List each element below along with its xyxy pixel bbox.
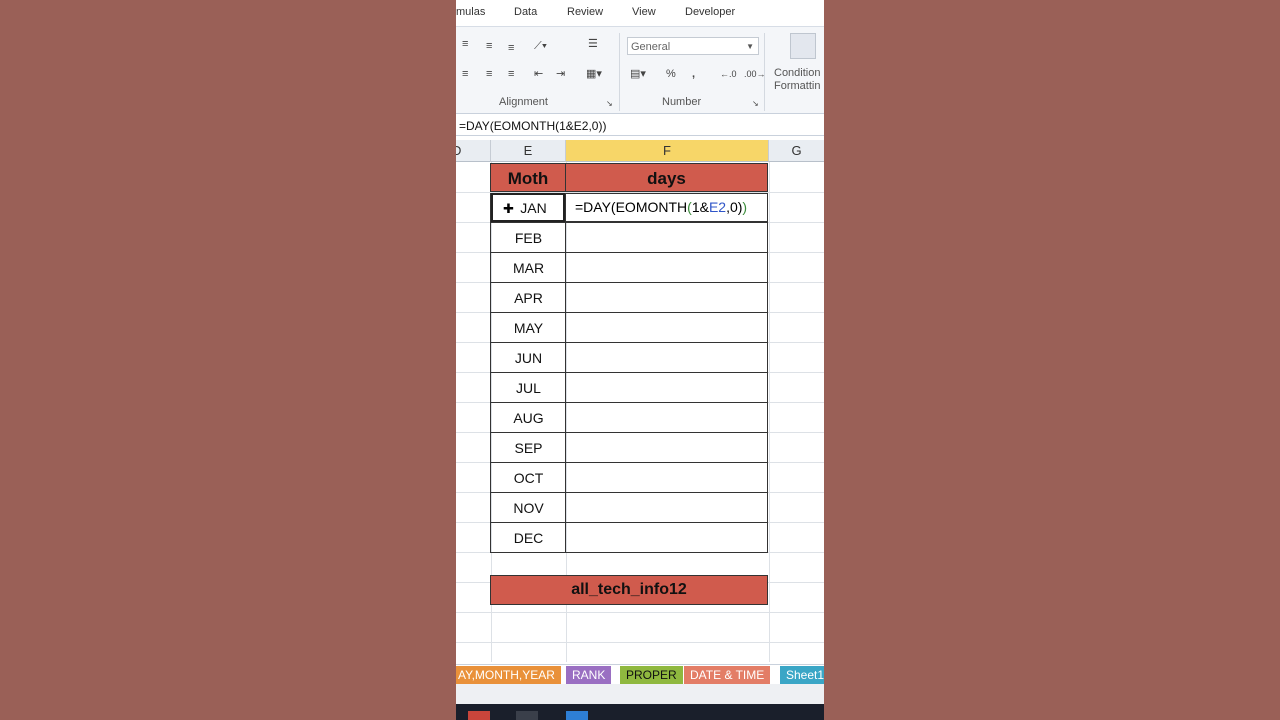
cell-cursor-icon: ✚ [503,201,514,216]
tab-data[interactable]: Data [514,6,537,18]
month-cell[interactable]: MAY [490,313,566,343]
days-cell[interactable] [565,223,768,253]
month-cell[interactable]: FEB [490,223,566,253]
days-cell[interactable] [565,313,768,343]
month-cell[interactable]: OCT [490,463,566,493]
column-header-f[interactable]: F [566,140,769,162]
tab-review[interactable]: Review [567,6,603,18]
formula-bar[interactable]: =DAY(EOMONTH(1&E2,0)) [456,116,824,136]
sheet-tabs: AY,MONTH,YEAR RANK PROPER DATE & TIME Sh… [456,664,824,685]
align-left-icon[interactable]: ≡ [462,67,468,81]
comma-style-icon[interactable]: , [692,67,695,81]
days-cell[interactable] [565,493,768,523]
header-cell-month[interactable]: Moth [490,163,566,192]
days-cell[interactable] [565,283,768,313]
number-launcher-icon[interactable]: ↘ [752,97,759,111]
header-cell-days[interactable]: days [565,163,768,192]
currency-icon[interactable]: ▤▾ [630,67,646,81]
taskbar [456,704,824,720]
increase-decimal-icon[interactable]: ←.0 [720,67,737,81]
decrease-indent-icon[interactable]: ⇤ [534,67,543,81]
days-cell[interactable] [565,373,768,403]
days-cell[interactable] [565,433,768,463]
tab-view[interactable]: View [632,6,656,18]
align-middle-icon[interactable]: ≡ [486,39,492,53]
conditional-formatting-button[interactable]: Condition Formattin [774,67,820,93]
formula-edit-cell[interactable]: =DAY(EOMONTH(1&E2,0)) [565,193,768,222]
month-cell[interactable]: SEP [490,433,566,463]
orientation-icon[interactable]: ⟋▾ [534,39,547,53]
tab-developer[interactable]: Developer [685,6,735,18]
column-header-e[interactable]: E [491,140,566,162]
month-cell[interactable]: MAR [490,253,566,283]
app-icon[interactable] [516,711,538,720]
sheet-tab[interactable]: DATE & TIME [684,666,771,684]
month-cell[interactable]: APR [490,283,566,313]
app-icon[interactable] [468,711,490,720]
wrap-text-icon[interactable]: ☰ [588,37,598,51]
gridline [456,612,824,613]
align-bottom-icon[interactable]: ≡ [508,41,514,55]
decrease-decimal-icon[interactable]: .00→ [744,67,766,81]
ribbon-tabs: mulas Data Review View Developer [456,0,824,26]
number-format-select[interactable]: General ▼ [627,37,759,55]
number-group-label: Number [662,96,702,108]
vscode-icon[interactable] [566,711,588,720]
conditional-formatting-icon[interactable] [790,33,816,59]
gridline [769,162,770,662]
excel-window: mulas Data Review View Developer ≡ ≡ ≡ ⟋… [456,0,824,720]
group-divider [764,33,765,111]
month-cell[interactable]: NOV [490,493,566,523]
month-cell[interactable]: JUN [490,343,566,373]
align-top-icon[interactable]: ≡ [462,37,468,51]
chevron-down-icon: ▼ [746,42,754,51]
days-cell[interactable] [565,463,768,493]
alignment-launcher-icon[interactable]: ↘ [606,97,613,111]
days-cell[interactable] [565,343,768,373]
days-cell[interactable] [565,253,768,283]
merge-center-icon[interactable]: ▦▾ [586,67,602,81]
sheet-tab[interactable]: RANK [566,666,612,684]
ribbon: ≡ ≡ ≡ ⟋▾ ☰ ≡ ≡ ≡ ⇤ ⇥ ▦▾ Alignment ↘ Gene… [456,26,824,114]
status-area [456,684,824,704]
align-right-icon[interactable]: ≡ [508,67,514,81]
column-header-d[interactable]: D [456,140,491,162]
alignment-group-label: Alignment [499,96,548,108]
increase-indent-icon[interactable]: ⇥ [556,67,565,81]
days-cell[interactable] [565,523,768,553]
month-cell[interactable]: AUG [490,403,566,433]
tab-formulas[interactable]: mulas [456,6,485,18]
month-cell[interactable]: DEC [490,523,566,553]
month-cell[interactable]: JUL [490,373,566,403]
sheet-tab[interactable]: Sheet1 [780,666,824,684]
watermark-banner: all_tech_info12 [490,575,768,605]
sheet-tab[interactable]: PROPER [620,666,683,684]
percent-icon[interactable]: % [666,67,676,81]
sheet-tab[interactable]: AY,MONTH,YEAR [456,666,561,684]
days-cell[interactable] [565,403,768,433]
gridline [456,642,824,643]
align-center-icon[interactable]: ≡ [486,67,492,81]
group-divider [619,33,620,111]
column-header-g[interactable]: G [769,140,824,162]
